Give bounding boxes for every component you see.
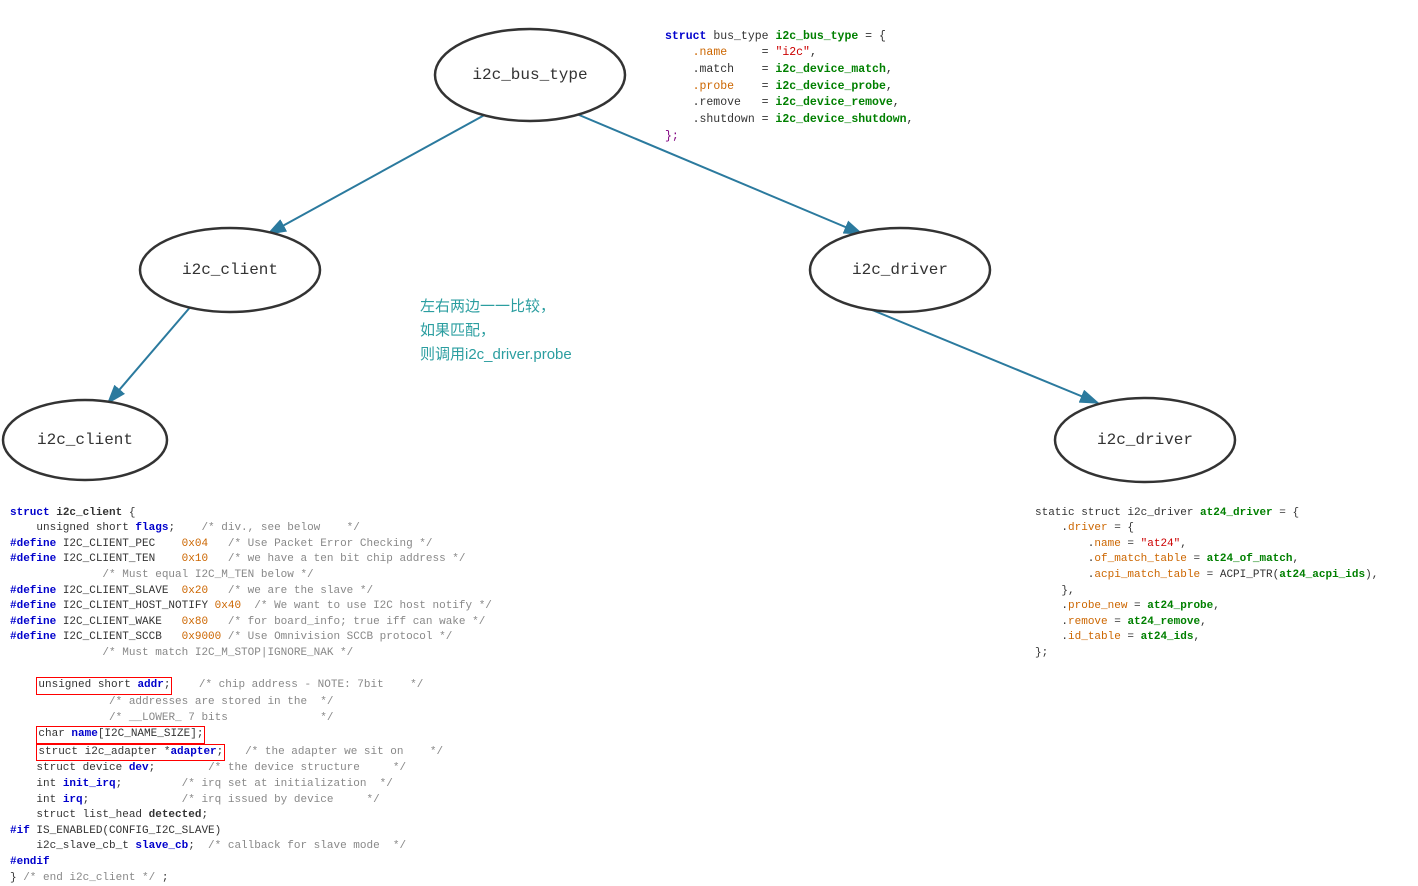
node-driver-mid-label: i2c_driver [852, 261, 948, 279]
arrow-driver-mid-to-bot [860, 305, 1098, 403]
node-client-bot-label: i2c_client [37, 431, 133, 449]
annotation-text: 左右两边一一比较， 如果匹配， 则调用i2c_driver.probe [420, 295, 572, 367]
code-client-struct: struct i2c_client { unsigned short flags… [10, 490, 492, 886]
code-bus-type: struct bus_type i2c_bus_type = { .name =… [665, 12, 913, 145]
node-bus-type-label: i2c_bus_type [472, 66, 587, 84]
arrow-client-mid-to-bot [108, 305, 192, 403]
node-client-mid-label: i2c_client [182, 261, 278, 279]
node-driver-bot-label: i2c_driver [1097, 431, 1193, 449]
code-driver-struct: static struct i2c_driver at24_driver = {… [1035, 490, 1378, 662]
arrow-bus-to-client [268, 112, 490, 234]
